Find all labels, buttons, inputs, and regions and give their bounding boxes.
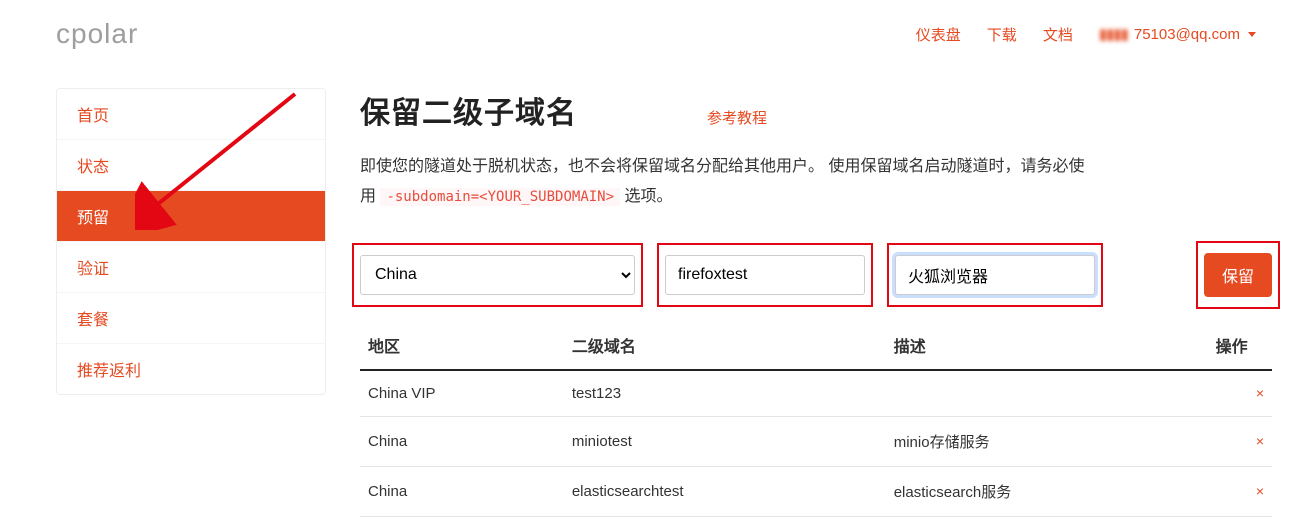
logo[interactable]: cpolar xyxy=(56,18,138,50)
page-description: 即使您的隧道处于脱机状态，也不会将保留域名分配给其他用户。 使用保留域名启动隧道… xyxy=(360,152,1100,213)
description-input[interactable] xyxy=(895,255,1095,295)
cell-description: minio存储服务 xyxy=(886,416,1208,466)
desc-text-2: 选项。 xyxy=(620,188,672,205)
subdomain-input[interactable] xyxy=(665,255,865,295)
tutorial-link[interactable]: 参考教程 xyxy=(707,107,767,128)
sidebar-item-label: 状态 xyxy=(77,159,109,176)
page-title: 保留二级子域名 xyxy=(360,88,577,132)
table-row: China elasticsearchtest elasticsearch服务 … xyxy=(360,466,1272,516)
nav-docs[interactable]: 文档 xyxy=(1043,24,1073,45)
sidebar-item-label: 推荐返利 xyxy=(77,363,141,380)
cell-region: China xyxy=(360,416,564,466)
cell-description xyxy=(886,370,1208,417)
th-action: 操作 xyxy=(1208,321,1272,370)
save-button[interactable]: 保留 xyxy=(1204,253,1272,297)
delete-icon[interactable]: × xyxy=(1256,433,1264,449)
cell-region: China VIP xyxy=(360,370,564,417)
table-row: China VIP test123 × xyxy=(360,370,1272,417)
desc-code-snippet: -subdomain=<YOUR_SUBDOMAIN> xyxy=(380,188,620,206)
cell-subdomain: test123 xyxy=(564,370,886,417)
sidebar: 首页 状态 预留 验证 套餐 推荐返利 xyxy=(56,88,326,395)
sidebar-item-label: 套餐 xyxy=(77,312,109,329)
th-description: 描述 xyxy=(886,321,1208,370)
user-menu[interactable]: ▮▮▮▮ 75103@qq.com xyxy=(1099,25,1256,43)
user-email-obscured: ▮▮▮▮ xyxy=(1099,25,1128,43)
cell-subdomain: elasticsearchtest xyxy=(564,466,886,516)
chevron-down-icon xyxy=(1248,32,1256,37)
sidebar-item-referral[interactable]: 推荐返利 xyxy=(57,344,325,394)
top-nav: 仪表盘 下载 文档 ▮▮▮▮ 75103@qq.com xyxy=(916,24,1256,45)
table-row: China miniotest minio存储服务 × xyxy=(360,416,1272,466)
delete-icon[interactable]: × xyxy=(1256,483,1264,499)
sidebar-item-label: 预留 xyxy=(77,210,109,227)
reserved-domains-table: 地区 二级域名 描述 操作 China VIP test123 × China xyxy=(360,321,1272,517)
th-subdomain: 二级域名 xyxy=(564,321,886,370)
sidebar-item-status[interactable]: 状态 xyxy=(57,140,325,191)
cell-subdomain: miniotest xyxy=(564,416,886,466)
th-region: 地区 xyxy=(360,321,564,370)
sidebar-item-label: 验证 xyxy=(77,261,109,278)
user-email-suffix: 75103@qq.com xyxy=(1134,26,1240,43)
delete-icon[interactable]: × xyxy=(1256,385,1264,401)
reserve-form: China 保留 xyxy=(360,253,1272,297)
sidebar-item-label: 首页 xyxy=(77,108,109,125)
sidebar-item-home[interactable]: 首页 xyxy=(57,89,325,140)
nav-download[interactable]: 下载 xyxy=(987,24,1017,45)
sidebar-item-plan[interactable]: 套餐 xyxy=(57,293,325,344)
nav-dashboard[interactable]: 仪表盘 xyxy=(916,24,961,45)
cell-description: elasticsearch服务 xyxy=(886,466,1208,516)
sidebar-item-verify[interactable]: 验证 xyxy=(57,242,325,293)
region-select[interactable]: China xyxy=(360,255,635,295)
sidebar-item-reserve[interactable]: 预留 xyxy=(57,191,325,242)
cell-region: China xyxy=(360,466,564,516)
